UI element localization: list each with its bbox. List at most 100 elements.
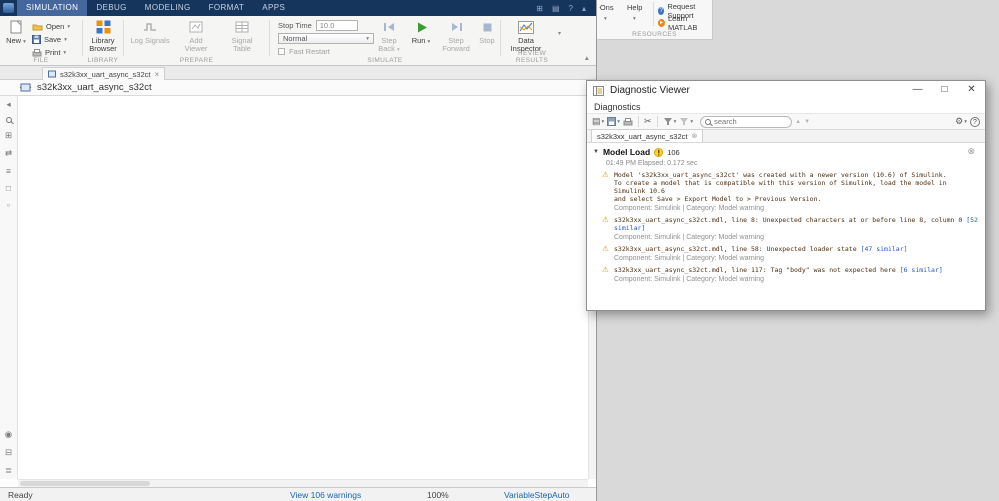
warning-icon: ⚠ bbox=[602, 170, 609, 179]
maximize-icon[interactable]: □ bbox=[931, 81, 958, 100]
search-previous-icon[interactable]: ▲ bbox=[795, 119, 801, 125]
diagnostic-title-bar[interactable]: Diagnostic Viewer — □ ✕ bbox=[587, 81, 985, 100]
fast-restart-checkbox[interactable] bbox=[278, 48, 285, 55]
help-button[interactable]: Help bbox=[627, 3, 642, 12]
stage-filter-button[interactable]: ▾ bbox=[679, 117, 693, 126]
close-icon[interactable]: ⊗ bbox=[691, 132, 697, 140]
simulink-app-icon bbox=[3, 3, 14, 13]
save-button[interactable]: ▾ bbox=[607, 117, 620, 126]
tab-simulation[interactable]: SIMULATION bbox=[17, 0, 88, 16]
help-icon[interactable]: ? bbox=[569, 4, 573, 13]
addons-button[interactable]: Add-Ons bbox=[599, 3, 621, 12]
new-button[interactable]: New ▾ bbox=[3, 19, 29, 46]
help-icon[interactable]: ? bbox=[970, 116, 980, 127]
settings-button[interactable]: ⚙ ▾ bbox=[955, 116, 967, 127]
search-next-icon[interactable]: ▼ bbox=[804, 119, 810, 125]
chevron-down-icon: ▾ bbox=[63, 49, 67, 56]
tab-debug[interactable]: DEBUG bbox=[87, 0, 135, 16]
step-back-button[interactable]: Step Back ▾ bbox=[374, 19, 404, 54]
run-button[interactable]: Run ▾ bbox=[408, 19, 434, 46]
diagnostic-message: ⚠ Model 's32k3xx_uart_async_s32ct' was c… bbox=[602, 170, 979, 204]
group-name: Model Load bbox=[602, 147, 651, 157]
message-meta: Component: Simulink | Category: Model wa… bbox=[614, 276, 765, 283]
step-back-icon bbox=[374, 19, 404, 35]
model-canvas[interactable]: ◂ ⊞ ⇄ ≡ □ ▫ ◉ ⊟ ≣ bbox=[0, 96, 596, 487]
filter-button[interactable]: ▾ bbox=[663, 117, 676, 126]
breadcrumb-model-name[interactable]: s32k3xx_uart_async_s32ct bbox=[37, 82, 152, 93]
pan-icon[interactable]: ⇄ bbox=[5, 148, 12, 159]
review-results-group: Data Inspector ▾ REVIEW RESULTS bbox=[501, 16, 563, 65]
message-meta: Component: Simulink | Category: Model wa… bbox=[614, 205, 765, 212]
search-input[interactable] bbox=[714, 117, 779, 126]
status-bar: Ready View 106 warnings 100% VariableSte… bbox=[0, 487, 596, 501]
log-signals-button[interactable]: Log Signals bbox=[130, 19, 170, 45]
chevron-down-icon: ▾ bbox=[601, 118, 605, 125]
open-button[interactable]: Open ▾ bbox=[32, 20, 70, 33]
gear-icon: ⚙ bbox=[955, 116, 964, 126]
status-ready: Ready bbox=[8, 490, 33, 500]
cut-button[interactable]: ✂ bbox=[644, 116, 652, 127]
diagnostic-tab-bar: s32k3xx_uart_async_s32ct ⊗ bbox=[587, 129, 985, 143]
step-back-label: Step Back bbox=[378, 36, 397, 53]
model-load-group-header[interactable]: ▼ Model Load 106 ⊗ bbox=[593, 146, 979, 158]
learn-matlab-button[interactable]: ▸ Learn MATLAB bbox=[658, 14, 712, 32]
diagnostic-message: ⚠ s32k3xx_uart_async_s32ct.mdl, line 8: … bbox=[602, 216, 979, 233]
review-dropdown-caret[interactable]: ▾ bbox=[558, 30, 561, 37]
scrollbar-thumb[interactable] bbox=[20, 481, 150, 486]
close-icon[interactable]: ✕ bbox=[958, 81, 985, 100]
fit-to-view-icon[interactable]: ⊞ bbox=[5, 130, 12, 141]
close-icon[interactable]: × bbox=[154, 70, 159, 79]
warning-badge-icon bbox=[654, 147, 664, 157]
data-inspector-icon bbox=[505, 19, 547, 35]
chevron-expand-icon[interactable]: ▼ bbox=[593, 149, 599, 155]
new-report-button[interactable]: ▤ ▾ bbox=[592, 116, 604, 127]
folder-icon bbox=[32, 24, 43, 30]
chevron-down-icon: ▾ bbox=[633, 16, 636, 22]
stop-time-input[interactable] bbox=[315, 20, 358, 31]
chevron-down-icon: ▾ bbox=[964, 118, 967, 125]
collapse-toolstrip-icon[interactable]: ▴ bbox=[582, 4, 586, 13]
view-warnings-link[interactable]: View 106 warnings bbox=[290, 490, 361, 500]
search-box[interactable] bbox=[700, 115, 793, 128]
chevron-down-icon: ▾ bbox=[366, 35, 369, 42]
diagnostic-model-tab[interactable]: s32k3xx_uart_async_s32ct ⊗ bbox=[591, 129, 704, 142]
printer-icon bbox=[623, 117, 633, 125]
step-forward-button[interactable]: Step Forward bbox=[438, 19, 474, 53]
stop-button[interactable]: Stop bbox=[476, 19, 498, 45]
tab-format[interactable]: FORMAT bbox=[200, 0, 254, 16]
dismiss-group-icon[interactable]: ⊗ bbox=[967, 146, 975, 157]
model-document-tab[interactable]: s32k3xx_uart_async_s32ct × bbox=[42, 67, 166, 80]
solver-link[interactable]: VariableStepAuto bbox=[504, 490, 570, 500]
tab-modeling[interactable]: MODELING bbox=[136, 0, 200, 16]
toolstrip: New ▾ Open ▾ Save ▾ Print ▾ FILE Library… bbox=[0, 16, 596, 66]
printer-icon bbox=[32, 48, 42, 56]
property-inspector-icon[interactable]: ≣ bbox=[5, 465, 12, 476]
horizontal-scrollbar[interactable] bbox=[18, 479, 588, 487]
library-browser-button[interactable]: Library Browser bbox=[84, 19, 122, 53]
quick-access-toolbar: ⊞ ▤ ? ▴ bbox=[526, 0, 596, 16]
new-file-icon bbox=[3, 19, 29, 35]
diagnostics-menu[interactable]: Diagnostics bbox=[594, 102, 641, 112]
signal-table-button[interactable]: Signal Table bbox=[222, 19, 262, 53]
model-icon bbox=[20, 83, 31, 92]
data-inspector-button[interactable]: Data Inspector bbox=[505, 19, 547, 53]
save-button[interactable]: Save ▾ bbox=[32, 33, 70, 46]
update-diagram-icon[interactable]: ◉ bbox=[5, 429, 12, 440]
simulation-mode-select[interactable]: Normal ▾ bbox=[278, 33, 374, 44]
hide-browser-icon[interactable]: ◂ bbox=[6, 99, 10, 110]
zoom-icon[interactable] bbox=[5, 117, 12, 123]
annotation-icon[interactable]: ≡ bbox=[6, 166, 11, 176]
log-signals-label: Log Signals bbox=[130, 36, 170, 45]
panel-icon[interactable]: ▤ bbox=[552, 4, 560, 13]
similar-warnings-link[interactable]: [6 similar] bbox=[900, 266, 943, 274]
minimize-icon[interactable]: — bbox=[904, 81, 931, 100]
tab-apps[interactable]: APPS bbox=[253, 0, 294, 16]
add-viewer-button[interactable]: Add Viewer bbox=[177, 19, 215, 53]
viewmark-icon[interactable]: ▫ bbox=[7, 200, 10, 210]
area-box-icon[interactable]: □ bbox=[6, 183, 11, 193]
ribbon-collapse-icon[interactable]: ▲ bbox=[584, 55, 590, 62]
print-button[interactable] bbox=[623, 117, 633, 126]
model-data-icon[interactable]: ⊟ bbox=[5, 447, 12, 458]
layout-icon[interactable]: ⊞ bbox=[536, 4, 543, 13]
similar-warnings-link[interactable]: [47 similar] bbox=[861, 245, 908, 253]
